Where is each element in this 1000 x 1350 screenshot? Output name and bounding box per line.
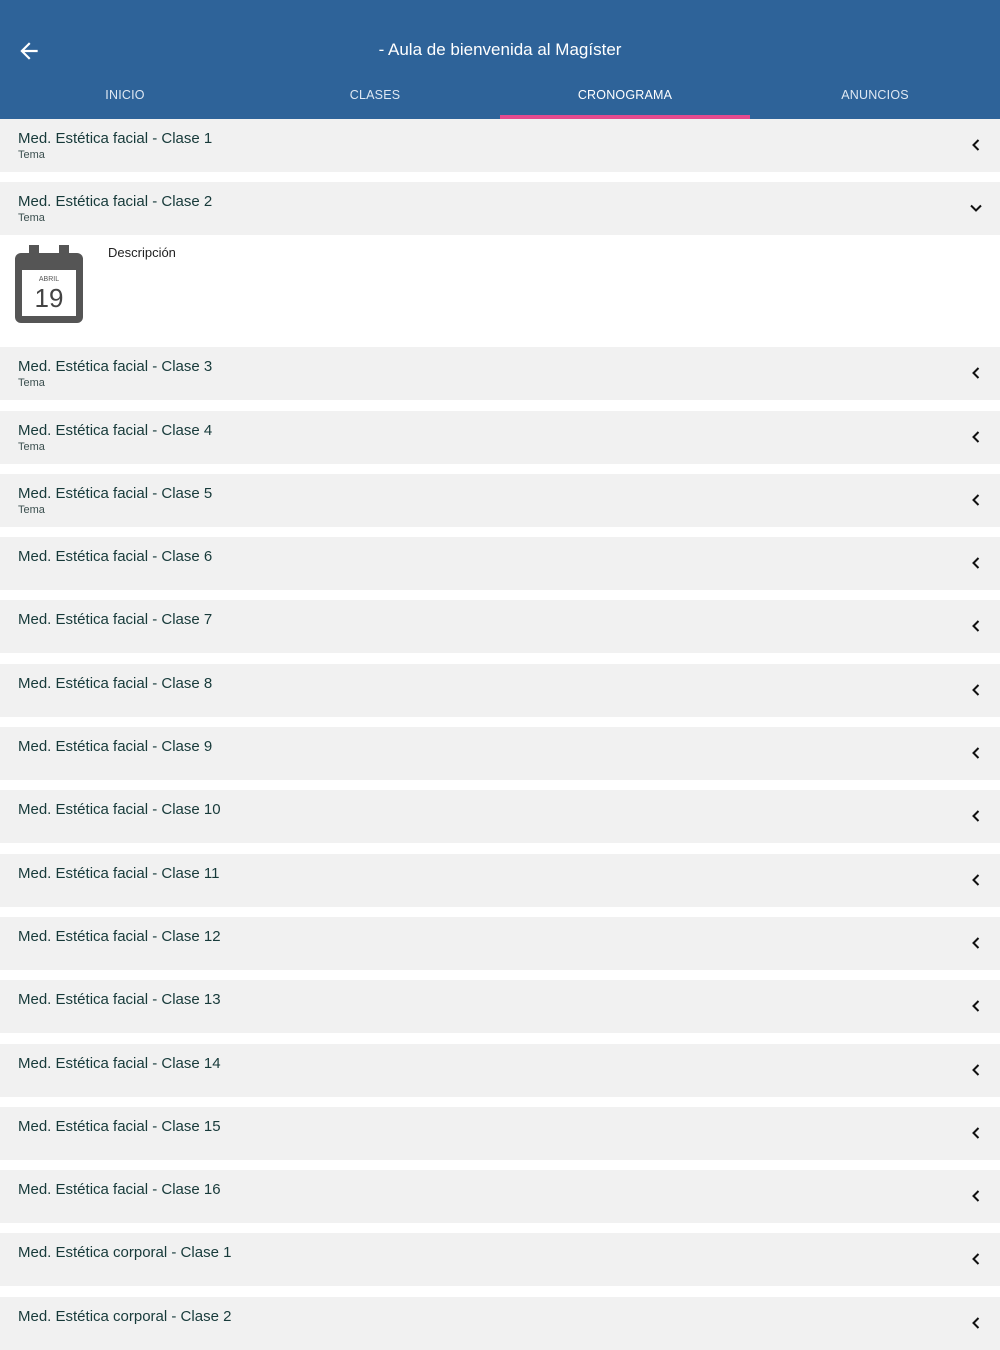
tab-label: CLASES: [349, 88, 401, 102]
chevron-left-icon: [972, 430, 980, 443]
chevron-left-icon: [972, 557, 980, 569]
tab-label: CRONOGRAMA: [577, 88, 673, 102]
list-item[interactable]: Med. Estética corporal - Clase 1: [0, 1233, 1000, 1287]
list-item[interactable]: Med. Estética facial - Clase 2 Tema: [0, 182, 1000, 236]
item-title: Med. Estética facial - Clase 6: [18, 548, 213, 566]
tab-label: ANUNCIOS: [841, 88, 909, 102]
list-item[interactable]: Med. Estética facial - Clase 8: [0, 663, 1000, 717]
chevron-left-icon: [972, 873, 980, 886]
chevron-left-icon: [972, 494, 980, 506]
list-item[interactable]: Med. Estética corporal - Clase 2: [0, 1296, 1000, 1350]
page-title: - Aula de bienvenida al Magíster: [378, 40, 622, 59]
chevron-left-icon: [972, 1127, 980, 1139]
chevron-left-icon: [972, 1253, 980, 1266]
chevron-left-icon: [972, 684, 980, 696]
chevron-left-icon: [972, 1000, 980, 1012]
calendar-icon: ABRIL 19: [15, 245, 83, 324]
list-item[interactable]: Med. Estética facial - Clase 4 Tema: [0, 410, 1000, 464]
tab-bar: INICIO CLASES CRONOGRAMA ANUNCIOS: [0, 80, 1000, 119]
chevron-left-icon: [972, 367, 980, 380]
chevron-left-icon: [972, 139, 980, 151]
list-item[interactable]: Med. Estética facial - Clase 13: [0, 980, 1000, 1034]
item-title: Med. Estética facial - Clase 1: [18, 130, 213, 147]
item-title: Med. Estética facial - Clase 16: [18, 1181, 221, 1199]
item-title: Med. Estética facial - Clase 8: [18, 674, 213, 692]
item-title: Med. Estética facial - Clase 4: [18, 421, 213, 439]
chevron-left-icon: [972, 1063, 980, 1076]
item-subtitle: Tema: [18, 503, 45, 516]
list-item[interactable]: Med. Estética facial - Clase 1 Tema: [0, 119, 1000, 172]
app-bar: - Aula de bienvenida al Magíster INICIO …: [0, 0, 1000, 119]
chevron-left-icon: [972, 620, 980, 633]
chevron-left-icon: [972, 1190, 980, 1202]
chevron-left-icon: [972, 810, 980, 823]
item-subtitle: Tema: [18, 377, 45, 390]
item-subtitle: Tema: [18, 212, 45, 225]
calendar-month: ABRIL: [39, 276, 59, 283]
item-detail: ABRIL 19 Descripción: [0, 235, 1000, 348]
item-title: Med. Estética facial - Clase 11: [18, 864, 220, 882]
item-title: Med. Estética facial - Clase 10: [18, 801, 221, 819]
list-item[interactable]: Med. Estética facial - Clase 10: [0, 790, 1000, 844]
list-item[interactable]: Med. Estética facial - Clase 3 Tema: [0, 347, 1000, 401]
item-title: Med. Estética facial - Clase 5: [18, 484, 213, 502]
item-title: Med. Estética corporal - Clase 2: [18, 1307, 232, 1325]
tab-cronograma[interactable]: CRONOGRAMA: [500, 80, 750, 119]
item-title: Med. Estética facial - Clase 12: [18, 927, 221, 945]
chevron-down-icon: [970, 205, 982, 213]
item-title: Med. Estética facial - Clase 2: [18, 193, 213, 211]
item-subtitle: Tema: [18, 440, 45, 453]
tab-inicio[interactable]: INICIO: [0, 80, 250, 119]
item-title: Med. Estética facial - Clase 9: [18, 738, 213, 756]
item-title: Med. Estética facial - Clase 14: [18, 1054, 221, 1072]
item-title: Med. Estética facial - Clase 3: [18, 358, 213, 376]
calendar-day: 19: [35, 283, 64, 313]
description-label: Descripción: [108, 245, 176, 261]
list-item[interactable]: Med. Estética facial - Clase 6: [0, 537, 1000, 591]
list-item[interactable]: Med. Estética facial - Clase 15: [0, 1106, 1000, 1160]
list-item[interactable]: Med. Estética facial - Clase 16: [0, 1170, 1000, 1224]
list-item[interactable]: Med. Estética facial - Clase 5 Tema: [0, 473, 1000, 527]
list-item[interactable]: Med. Estética facial - Clase 14: [0, 1043, 1000, 1097]
tab-label: INICIO: [105, 88, 145, 102]
schedule-list: Med. Estética facial - Clase 1 Tema Med.…: [0, 119, 1000, 1350]
list-item[interactable]: Med. Estética facial - Clase 9: [0, 727, 1000, 781]
item-title: Med. Estética facial - Clase 13: [18, 991, 221, 1009]
item-title: Med. Estética facial - Clase 7: [18, 611, 213, 629]
item-title: Med. Estética facial - Clase 15: [18, 1117, 221, 1135]
chevron-left-icon: [972, 937, 980, 949]
list-item[interactable]: Med. Estética facial - Clase 11: [0, 853, 1000, 907]
tab-anuncios[interactable]: ANUNCIOS: [750, 80, 1000, 119]
list-item[interactable]: Med. Estética facial - Clase 7: [0, 600, 1000, 654]
item-title: Med. Estética corporal - Clase 1: [18, 1244, 232, 1262]
item-subtitle: Tema: [18, 149, 45, 161]
list-item[interactable]: Med. Estética facial - Clase 12: [0, 916, 1000, 970]
tab-clases[interactable]: CLASES: [250, 80, 500, 119]
chevron-left-icon: [972, 1317, 980, 1329]
chevron-left-icon: [972, 747, 980, 759]
